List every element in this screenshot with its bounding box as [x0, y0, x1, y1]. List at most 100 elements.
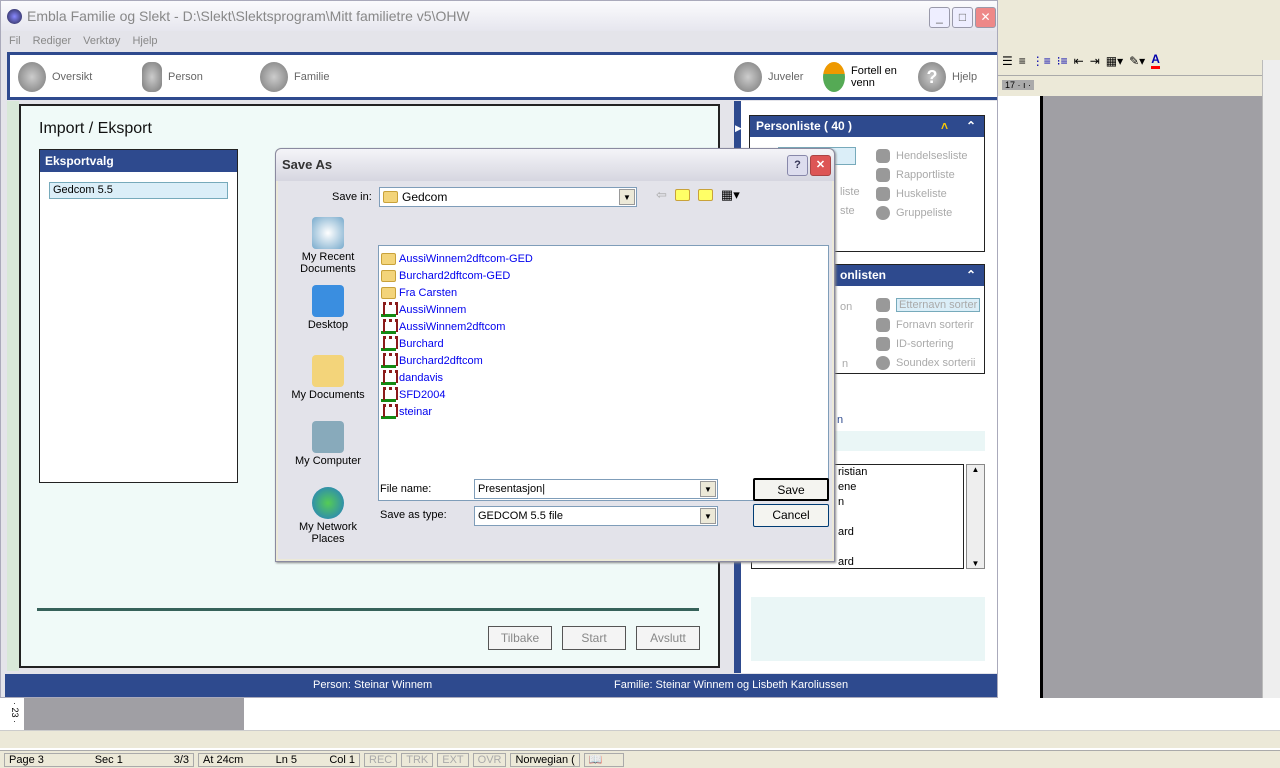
dialog-title: Save As	[276, 149, 834, 181]
close-button[interactable]: ✕	[810, 155, 831, 176]
gruppeliste-item[interactable]: Gruppeliste	[876, 206, 952, 220]
file-list[interactable]: AussiWinnem2dftcom-GED Burchard2dftcom-G…	[378, 245, 829, 501]
spelling-icon[interactable]: 📖	[583, 753, 624, 767]
menu-verktoy[interactable]: Verktøy	[83, 32, 120, 50]
cancel-button[interactable]: Cancel	[753, 504, 829, 527]
maximize-button[interactable]: □	[952, 7, 973, 28]
word-window: ☰ ≡ ⋮≡ ⁝≡ ⇤ ⇥ ▦▾ ✎▾ A 17 · ı ·	[998, 0, 1280, 750]
horizontal-scrollbar[interactable]	[0, 730, 1280, 748]
folder-item[interactable]: Fra Carsten	[381, 284, 826, 301]
new-folder-icon[interactable]	[697, 189, 713, 201]
file-item[interactable]: AussiWinnem2dftcom	[381, 318, 826, 335]
listbox-scrollbar[interactable]: ▲ ▼	[966, 464, 985, 569]
file-name-input[interactable]: Presentasjon| ▼	[474, 479, 718, 499]
hjelp-button[interactable]: ? Hjelp	[918, 61, 977, 93]
file-item[interactable]: Burchard2dftcom	[381, 352, 826, 369]
folder-icon	[381, 286, 396, 299]
item[interactable]: on	[840, 301, 852, 313]
id-sort-item[interactable]: ID-sortering	[876, 337, 953, 351]
collapse-icon[interactable]: ˄	[941, 116, 948, 137]
font-color-icon[interactable]: A	[1151, 52, 1160, 69]
align-full-icon[interactable]: ≡	[1019, 54, 1026, 68]
hendelsesliste-item[interactable]: Hendelsesliste	[876, 149, 968, 163]
place-my-documents[interactable]: My Documents	[290, 355, 366, 401]
save-as-type-dropdown[interactable]: GEDCOM 5.5 file ▼	[474, 506, 718, 526]
etternavn-sort-item[interactable]: Etternavn sorter	[876, 298, 981, 312]
person-icon	[142, 62, 162, 92]
file-item[interactable]: steinar	[381, 403, 826, 420]
menu-hjelp[interactable]: Hjelp	[132, 32, 157, 50]
label: Fra Carsten	[399, 286, 458, 299]
panel-header: Eksportvalg	[40, 150, 237, 172]
chevron-down-icon[interactable]: ▼	[700, 481, 716, 497]
align-justify-icon[interactable]: ☰	[1002, 54, 1013, 68]
rec-indicator[interactable]: REC	[364, 753, 398, 767]
help-icon: ?	[918, 62, 946, 92]
file-item[interactable]: AussiWinnem	[381, 301, 826, 318]
list-item[interactable]: ard	[838, 525, 963, 540]
item[interactable]: liste	[840, 186, 860, 198]
my-computer-icon	[312, 421, 344, 453]
place-network[interactable]: My Network Places	[290, 487, 366, 545]
views-menu-icon[interactable]: ▦▾	[721, 187, 740, 203]
fortell-en-venn-button[interactable]: Fortell en venn	[823, 61, 901, 93]
file-item[interactable]: SFD2004	[381, 386, 826, 403]
double-chevron-up-icon[interactable]: ⌃	[966, 265, 976, 286]
menu-fil[interactable]: Fil	[9, 32, 21, 50]
decrease-indent-icon[interactable]: ⇤	[1074, 54, 1084, 68]
place-desktop[interactable]: Desktop	[290, 285, 366, 331]
double-chevron-up-icon[interactable]: ⌃	[966, 116, 976, 137]
folder-icon	[381, 269, 396, 282]
item[interactable]: n	[842, 358, 848, 370]
minimize-button[interactable]: _	[929, 7, 950, 28]
list-item[interactable]: ristian	[838, 465, 963, 480]
file-item[interactable]: Burchard	[381, 335, 826, 352]
list-item[interactable]: ard	[838, 555, 963, 570]
chevron-down-icon[interactable]: ▼	[619, 189, 635, 205]
menu-rediger[interactable]: Rediger	[33, 32, 72, 50]
person-button[interactable]: Person	[142, 61, 203, 93]
notes-area[interactable]	[751, 597, 985, 661]
panel-header[interactable]: Personliste ( 40 ) ˄ ⌃	[750, 116, 984, 137]
family-tree-file-icon	[381, 404, 398, 419]
rapportliste-item[interactable]: Rapportliste	[876, 168, 955, 182]
export-option-gedcom[interactable]: Gedcom 5.5	[49, 182, 228, 199]
fornavn-sort-item[interactable]: Fornavn sorterir	[876, 318, 974, 332]
start-button[interactable]: Start	[562, 626, 626, 650]
tilbake-button[interactable]: Tilbake	[488, 626, 552, 650]
bullet-list-icon[interactable]: ⁝≡	[1057, 54, 1068, 68]
up-folder-icon[interactable]	[674, 189, 690, 201]
border-icon[interactable]: ▦▾	[1106, 54, 1123, 68]
list-item[interactable]: ene	[838, 480, 963, 495]
back-icon[interactable]: ⇦	[656, 187, 667, 203]
numbered-list-icon[interactable]: ⋮≡	[1032, 54, 1051, 68]
save-button[interactable]: Save	[753, 478, 829, 501]
oversikt-button[interactable]: Oversikt	[18, 61, 92, 93]
huskeliste-item[interactable]: Huskeliste	[876, 187, 947, 201]
close-button[interactable]: ✕	[975, 7, 996, 28]
avslutt-button[interactable]: Avslutt	[636, 626, 700, 650]
file-item[interactable]: dandavis	[381, 369, 826, 386]
document-page[interactable]	[998, 96, 1040, 732]
folder-item[interactable]: Burchard2dftcom-GED	[381, 267, 826, 284]
save-in-dropdown[interactable]: Gedcom ▼	[379, 187, 637, 207]
soundex-sort-item[interactable]: Soundex sorterii	[876, 356, 976, 370]
vertical-scrollbar[interactable]	[1262, 60, 1280, 750]
juveler-button[interactable]: Juveler	[734, 61, 803, 93]
highlight-icon[interactable]: ✎▾	[1129, 54, 1145, 68]
event-icon	[876, 149, 890, 163]
list-item[interactable]: n	[838, 495, 963, 510]
ovr-indicator[interactable]: OVR	[472, 753, 507, 767]
ext-indicator[interactable]: EXT	[437, 753, 469, 767]
familie-button[interactable]: Familie	[260, 61, 329, 93]
folder-item[interactable]: AussiWinnem2dftcom-GED	[381, 250, 826, 267]
place-recent[interactable]: My Recent Documents	[290, 217, 366, 275]
place-my-computer[interactable]: My Computer	[290, 421, 366, 467]
line: Ln 5	[275, 754, 298, 766]
increase-indent-icon[interactable]: ⇥	[1090, 54, 1100, 68]
trk-indicator[interactable]: TRK	[401, 753, 434, 767]
chevron-down-icon[interactable]: ▼	[700, 508, 716, 524]
item[interactable]: ste	[840, 205, 855, 217]
help-button[interactable]: ?	[787, 155, 808, 176]
language[interactable]: Norwegian (	[510, 753, 580, 767]
